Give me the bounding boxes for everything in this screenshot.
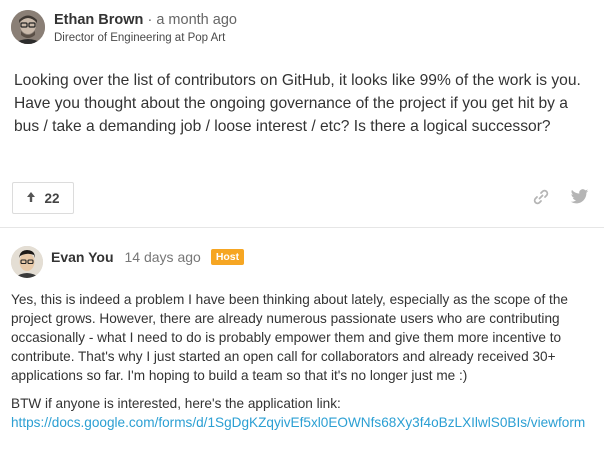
reply-link-intro: BTW if anyone is interested, here's the …: [11, 396, 341, 411]
twitter-icon[interactable]: [570, 189, 589, 210]
reply-timestamp[interactable]: 14 days ago: [125, 249, 201, 265]
author-role: Director of Engineering at Pop Art: [54, 32, 226, 44]
reply-paragraph: BTW if anyone is interested, here's the …: [11, 394, 599, 432]
upvote-button[interactable]: 22: [12, 182, 74, 214]
post-timestamp[interactable]: a month ago: [156, 12, 237, 28]
author-name[interactable]: Evan You: [51, 249, 114, 265]
avatar[interactable]: [11, 10, 45, 44]
reply-author-line: Evan You 14 days ago Host: [51, 249, 245, 265]
link-icon[interactable]: [532, 188, 550, 211]
application-link[interactable]: https://docs.google.com/forms/d/1SgDgKZq…: [11, 415, 585, 430]
reply-paragraph: Yes, this is indeed a problem I have bee…: [11, 292, 568, 383]
comment-thread: Ethan Brown · a month ago Director of En…: [0, 0, 604, 473]
author-name[interactable]: Ethan Brown: [54, 12, 143, 28]
post-body: Looking over the list of contributors on…: [14, 72, 581, 135]
separator: ·: [147, 12, 153, 28]
reply-body: Yes, this is indeed a problem I have bee…: [11, 290, 599, 441]
up-arrow-icon: [26, 191, 36, 205]
upvote-count: 22: [44, 190, 60, 206]
post-author-line: Ethan Brown · a month ago: [54, 12, 237, 28]
divider: [0, 227, 604, 228]
host-badge: Host: [210, 249, 245, 265]
avatar[interactable]: [11, 246, 43, 278]
